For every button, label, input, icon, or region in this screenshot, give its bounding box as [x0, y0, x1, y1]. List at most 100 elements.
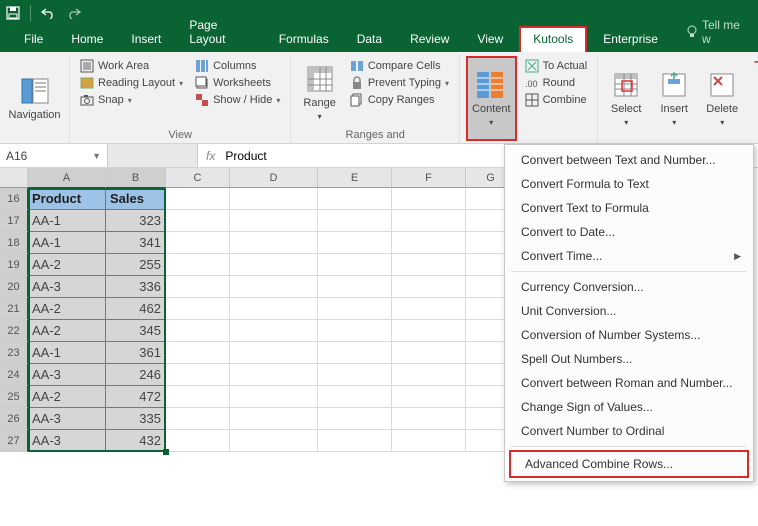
cell[interactable]: 323	[106, 210, 166, 232]
cell[interactable]: AA-2	[28, 320, 106, 342]
cell[interactable]: Product	[28, 188, 106, 210]
column-header-B[interactable]: B	[106, 168, 166, 188]
text-button[interactable]: T	[750, 58, 758, 78]
row-header[interactable]: 25	[0, 386, 28, 408]
cell[interactable]	[392, 254, 466, 276]
cell[interactable]	[318, 386, 392, 408]
menu-item[interactable]: Spell Out Numbers...	[507, 347, 751, 371]
cell[interactable]: 341	[106, 232, 166, 254]
cell[interactable]	[392, 298, 466, 320]
cell[interactable]: 336	[106, 276, 166, 298]
cell[interactable]	[318, 430, 392, 452]
tab-formulas[interactable]: Formulas	[267, 28, 341, 52]
delete-button[interactable]: Delete▾	[700, 56, 744, 141]
cell[interactable]: Sales	[106, 188, 166, 210]
row-header[interactable]: 23	[0, 342, 28, 364]
save-icon[interactable]	[4, 4, 22, 22]
menu-item[interactable]: Convert between Roman and Number...	[507, 371, 751, 395]
cell[interactable]	[230, 298, 318, 320]
row-header[interactable]: 26	[0, 408, 28, 430]
cell[interactable]: 361	[106, 342, 166, 364]
cell[interactable]	[392, 188, 466, 210]
cell[interactable]: AA-1	[28, 342, 106, 364]
cell[interactable]	[318, 232, 392, 254]
select-all-corner[interactable]	[0, 168, 28, 188]
worksheets-button[interactable]: Worksheets	[191, 75, 284, 91]
cell[interactable]	[166, 232, 230, 254]
row-header[interactable]: 17	[0, 210, 28, 232]
column-header-C[interactable]: C	[166, 168, 230, 188]
cell[interactable]	[392, 408, 466, 430]
menu-item[interactable]: Convert Formula to Text	[507, 172, 751, 196]
menu-item[interactable]: Convert between Text and Number...	[507, 148, 751, 172]
cell[interactable]	[392, 320, 466, 342]
cell[interactable]	[392, 276, 466, 298]
cell[interactable]	[318, 276, 392, 298]
show-hide-button[interactable]: Show / Hide ▾	[191, 92, 284, 108]
cell[interactable]	[166, 210, 230, 232]
navigation-button[interactable]: Navigation	[3, 56, 67, 141]
row-header[interactable]: 21	[0, 298, 28, 320]
menu-item[interactable]: Convert Time...▶	[507, 244, 751, 268]
tab-data[interactable]: Data	[345, 28, 394, 52]
reading-layout-button[interactable]: Reading Layout ▾	[76, 75, 187, 91]
tab-review[interactable]: Review	[398, 28, 461, 52]
chevron-down-icon[interactable]: ▼	[92, 151, 101, 161]
cell[interactable]	[230, 320, 318, 342]
tab-file[interactable]: File	[12, 28, 55, 52]
compare-cells-button[interactable]: Compare Cells	[346, 58, 453, 74]
cell[interactable]: AA-3	[28, 276, 106, 298]
cell[interactable]	[230, 254, 318, 276]
menu-item[interactable]: Convert to Date...	[507, 220, 751, 244]
cell[interactable]: AA-3	[28, 408, 106, 430]
cell[interactable]: AA-1	[28, 232, 106, 254]
column-header-E[interactable]: E	[318, 168, 392, 188]
menu-item[interactable]: Change Sign of Values...	[507, 395, 751, 419]
cell[interactable]	[230, 232, 318, 254]
select-button[interactable]: Select▾	[604, 56, 648, 141]
work-area-button[interactable]: Work Area	[76, 58, 187, 74]
row-header[interactable]: 24	[0, 364, 28, 386]
range-button[interactable]: Range▾	[297, 56, 341, 129]
cell[interactable]	[166, 386, 230, 408]
row-header[interactable]: 18	[0, 232, 28, 254]
cell[interactable]	[392, 210, 466, 232]
fx-icon[interactable]: fx	[206, 149, 215, 163]
snap-button[interactable]: Snap ▾	[76, 92, 187, 108]
undo-icon[interactable]	[39, 4, 57, 22]
menu-item[interactable]: Convert Number to Ordinal	[507, 419, 751, 443]
menu-item[interactable]: Unit Conversion...	[507, 299, 751, 323]
tab-kutools[interactable]: Kutools	[519, 26, 587, 52]
tell-me[interactable]: Tell me w	[674, 14, 758, 52]
cell[interactable]: AA-2	[28, 386, 106, 408]
to-actual-button[interactable]: To Actual	[521, 58, 592, 74]
cell[interactable]	[318, 210, 392, 232]
menu-item[interactable]: Convert Text to Formula	[507, 196, 751, 220]
columns-button[interactable]: Columns	[191, 58, 284, 74]
cell[interactable]	[230, 408, 318, 430]
cell[interactable]: AA-3	[28, 364, 106, 386]
cell[interactable]	[166, 430, 230, 452]
tab-insert[interactable]: Insert	[119, 28, 173, 52]
cell[interactable]	[166, 298, 230, 320]
column-header-D[interactable]: D	[230, 168, 318, 188]
name-box[interactable]: A16 ▼	[0, 144, 108, 167]
cell[interactable]	[166, 364, 230, 386]
cell[interactable]	[230, 276, 318, 298]
cell[interactable]: 345	[106, 320, 166, 342]
column-header-A[interactable]: A	[28, 168, 106, 188]
cell[interactable]: 255	[106, 254, 166, 276]
tab-home[interactable]: Home	[59, 28, 115, 52]
row-header[interactable]: 27	[0, 430, 28, 452]
copy-ranges-button[interactable]: Copy Ranges	[346, 92, 453, 108]
row-header[interactable]: 22	[0, 320, 28, 342]
cell[interactable]: 335	[106, 408, 166, 430]
cell[interactable]: 432	[106, 430, 166, 452]
cell[interactable]: AA-1	[28, 210, 106, 232]
menu-item[interactable]: Currency Conversion...	[507, 275, 751, 299]
cell[interactable]	[318, 364, 392, 386]
cell[interactable]	[318, 342, 392, 364]
menu-item[interactable]: Advanced Combine Rows...	[509, 450, 749, 478]
cell[interactable]	[392, 342, 466, 364]
cell[interactable]	[166, 342, 230, 364]
